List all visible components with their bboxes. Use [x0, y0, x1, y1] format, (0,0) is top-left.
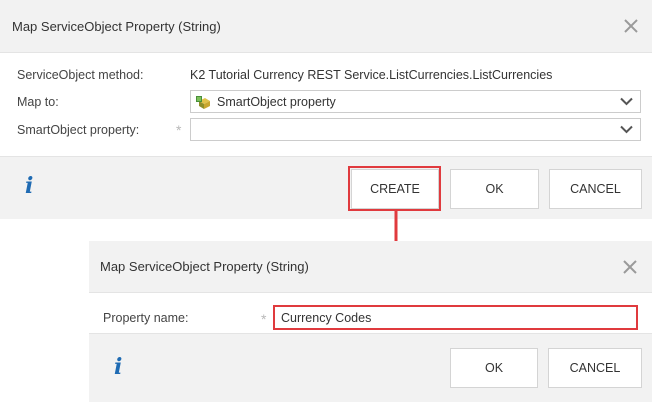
property-name-input[interactable]: Currency Codes [273, 305, 638, 330]
chevron-down-icon[interactable] [620, 125, 633, 134]
map-to-value: SmartObject property [217, 94, 336, 109]
map-to-select[interactable]: SmartObject property [190, 90, 641, 113]
ok-button[interactable]: OK [450, 348, 538, 388]
ok-button[interactable]: OK [450, 169, 539, 209]
property-name-value: Currency Codes [281, 310, 372, 325]
property-name-label: Property name: [103, 311, 189, 325]
smartobject-property-select[interactable] [190, 118, 641, 141]
info-icon[interactable]: i [25, 173, 33, 199]
dialog-footer: i OK CANCEL [89, 333, 652, 402]
smartobject-property-label: SmartObject property: [17, 123, 140, 137]
dialog-title: Map ServiceObject Property (String) [100, 259, 309, 274]
serviceobject-method-label: ServiceObject method: [17, 68, 144, 82]
info-icon[interactable]: i [114, 354, 122, 380]
dialog-titlebar: Map ServiceObject Property (String) [89, 241, 652, 293]
dialog-titlebar: Map ServiceObject Property (String) [0, 0, 652, 53]
dialog-title: Map ServiceObject Property (String) [12, 18, 221, 34]
cancel-button[interactable]: CANCEL [548, 348, 642, 388]
smartobject-cube-icon [196, 95, 210, 109]
close-icon[interactable] [621, 258, 639, 276]
required-marker: * [176, 122, 182, 138]
chevron-down-icon[interactable] [620, 97, 633, 106]
close-icon[interactable] [622, 17, 640, 35]
map-to-label: Map to: [17, 95, 59, 109]
create-button-highlight [348, 166, 441, 211]
map-serviceobject-property-dialog: Map ServiceObject Property (String) Serv… [0, 0, 652, 219]
cancel-button[interactable]: CANCEL [549, 169, 642, 209]
dialog-footer: i CREATE OK CANCEL [0, 156, 652, 219]
required-marker: * [261, 311, 267, 327]
map-serviceobject-property-create-dialog: Map ServiceObject Property (String) Prop… [89, 241, 652, 402]
serviceobject-method-value: K2 Tutorial Currency REST Service.ListCu… [190, 68, 553, 82]
